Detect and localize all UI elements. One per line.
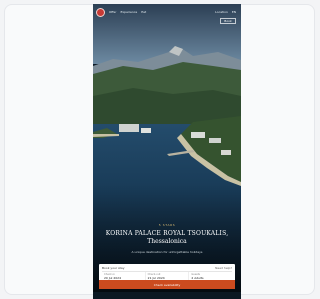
guests-field[interactable]: Guests 2 Adults xyxy=(189,272,232,280)
check-availability-button[interactable]: Check availability xyxy=(99,280,235,289)
hero-text: 5 STARS KORINA PALACE ROYAL TSOUKALIS, T… xyxy=(93,223,241,254)
booking-widget: Book your stay Need help? Check-in 20 Ju… xyxy=(99,264,235,289)
nav-right: Location EN xyxy=(215,10,236,14)
booking-help-link[interactable]: Need help? xyxy=(215,266,232,270)
page-footer-strip xyxy=(93,292,241,299)
hero-subline: Thessalonica xyxy=(147,238,187,245)
mobile-screenshot: Offer Experience Eat Location EN Book 5 … xyxy=(93,4,241,299)
nav-link-eat[interactable]: Eat xyxy=(141,10,146,14)
hero-eyebrow: 5 STARS xyxy=(158,223,176,227)
nav-link-offer[interactable]: Offer xyxy=(109,10,117,14)
checkin-field[interactable]: Check-in 20 Jul 2024 xyxy=(102,272,146,280)
top-navigation: Offer Experience Eat Location EN Book xyxy=(93,4,241,24)
nav-link-experience[interactable]: Experience xyxy=(121,10,138,14)
book-button[interactable]: Book xyxy=(220,18,236,24)
language-switch[interactable]: EN xyxy=(232,10,236,14)
nav-link-location[interactable]: Location xyxy=(215,10,228,14)
booking-title: Book your stay xyxy=(102,266,125,270)
hero-headline: KORINA PALACE ROYAL TSOUKALIS, xyxy=(105,230,229,237)
brand-logo-icon[interactable] xyxy=(96,8,105,17)
hero-tagline: A unique destination for unforgettable h… xyxy=(131,250,203,254)
checkout-field[interactable]: Check-out 21 Jul 2024 xyxy=(146,272,190,280)
booking-fields: Check-in 20 Jul 2024 Check-out 21 Jul 20… xyxy=(102,271,232,280)
nav-links: Offer Experience Eat xyxy=(109,10,146,14)
hero-aerial-image xyxy=(93,4,241,299)
